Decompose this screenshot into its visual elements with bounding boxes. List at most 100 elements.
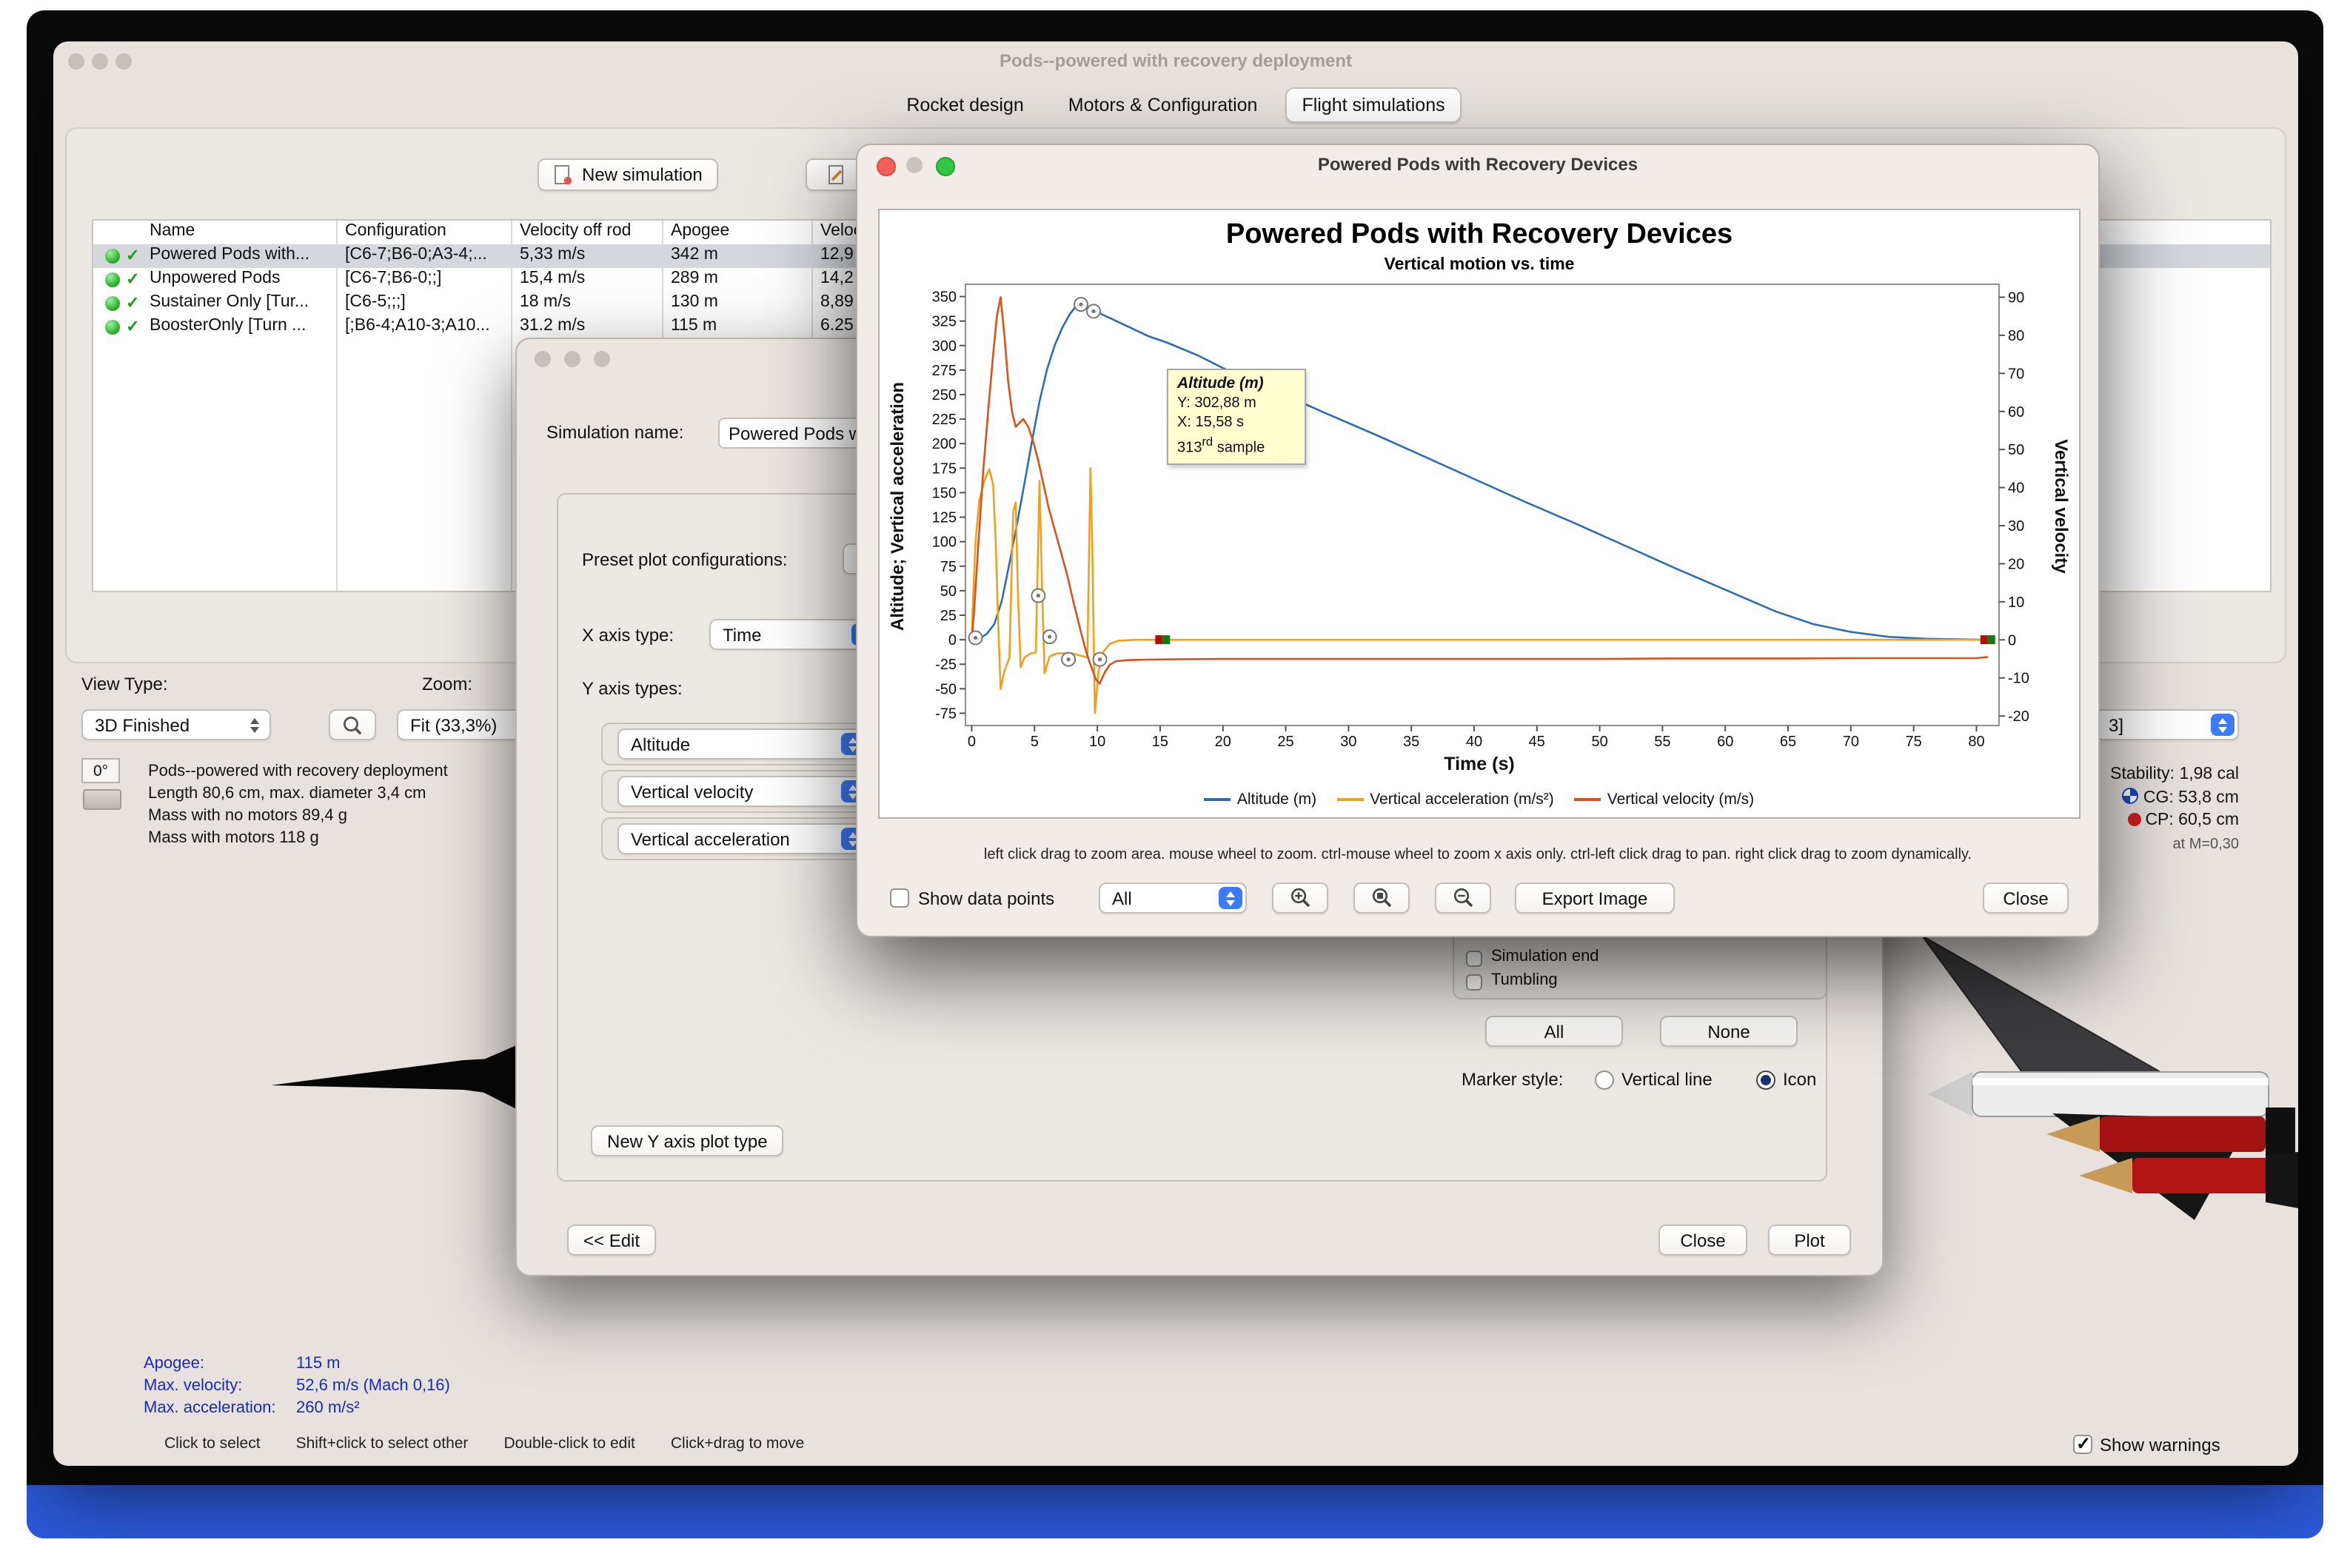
left-axis-title: Altitude; Vertical acceleration <box>887 381 908 631</box>
svg-text:-75: -75 <box>935 706 957 722</box>
x-axis-title: Time (s) <box>1444 754 1515 774</box>
svg-text:100: 100 <box>932 535 957 551</box>
events-filter-value: All <box>1112 888 1132 908</box>
export-image-button[interactable]: Export Image <box>1515 882 1675 914</box>
svg-text:25: 25 <box>1277 734 1293 750</box>
max-acceleration-value: 260 m/s² <box>296 1399 360 1417</box>
row-configuration: [C6-7;B6-0;;] <box>345 269 442 287</box>
plot-dialog-title: Powered Pods with Recovery Devices <box>1317 154 1638 175</box>
marker-vertical-line-label: Vertical line <box>1621 1069 1713 1090</box>
rotation-slider[interactable] <box>83 789 121 810</box>
x-axis-select[interactable]: Time <box>709 619 880 650</box>
plot-usage-hint: left click drag to zoom area. mouse whee… <box>983 847 1972 863</box>
simulation-name-label: Simulation name: <box>546 422 684 443</box>
y-axis-type-value: Vertical acceleration <box>631 828 790 849</box>
rocket-mass-empty: Mass with no motors 89,4 g <box>148 807 348 825</box>
new-simulation-label: New simulation <box>582 164 703 185</box>
hint-double-click: Double-click to edit <box>503 1435 635 1453</box>
event-checkbox[interactable] <box>1466 974 1482 991</box>
new-y-axis-button[interactable]: New Y axis plot type <box>591 1125 784 1156</box>
legend-swatch-icon <box>1204 798 1231 801</box>
success-check-icon <box>126 317 139 336</box>
plot-dialog: Powered Pods with Recovery Devices Power… <box>856 144 2100 937</box>
svg-text:75: 75 <box>940 559 957 575</box>
status-ok-icon <box>105 272 120 287</box>
cg-icon <box>2122 787 2139 803</box>
plot-button[interactable]: Plot <box>1768 1224 1851 1256</box>
zoom-reset-button[interactable] <box>1353 882 1410 914</box>
marker-icon-label: Icon <box>1783 1069 1817 1090</box>
svg-text:40: 40 <box>2008 480 2024 497</box>
rocket-dimensions: Length 80,6 cm, max. diameter 3,4 cm <box>148 785 426 803</box>
svg-text:10: 10 <box>2008 594 2024 611</box>
new-simulation-button[interactable]: New simulation <box>538 158 719 191</box>
close-plot-button[interactable]: Close <box>1983 882 2069 914</box>
event-checkbox[interactable] <box>1466 951 1482 967</box>
chart-legend: Altitude (m) Vertical acceleration (m/s²)… <box>880 791 2079 808</box>
tab-rocket-design[interactable]: Rocket design <box>890 87 1040 123</box>
legend-swatch-icon <box>1574 798 1601 801</box>
legend-swatch-icon <box>1337 798 1365 801</box>
edit-back-button[interactable]: << Edit <box>567 1224 657 1256</box>
tab-flight-simulations[interactable]: Flight simulations <box>1285 87 1462 123</box>
zoom-out-button[interactable] <box>1435 882 1491 914</box>
col-apogee[interactable]: Apogee <box>671 222 729 240</box>
hint-click-select: Click to select <box>164 1435 261 1453</box>
view-type-select[interactable]: 3D Finished <box>81 709 271 740</box>
svg-text:50: 50 <box>2008 442 2024 458</box>
svg-text:200: 200 <box>932 436 957 452</box>
svg-text:15: 15 <box>1152 734 1168 750</box>
zoom-label: Zoom: <box>422 674 473 694</box>
row-configuration: [C6-5;;;] <box>345 293 406 311</box>
status-ok-icon <box>105 296 120 311</box>
zoom-in-button[interactable] <box>1272 882 1328 914</box>
cp-value: CP: 60,5 cm <box>2145 811 2239 829</box>
flight-config-select[interactable]: 3] <box>2095 709 2239 740</box>
chart-plot-area[interactable]: 0 5 10 15 20 25 30 35 40 45 50 55 60 65 70 75 80 -75 -50 -2… <box>880 210 2082 820</box>
y-axis-type-select[interactable]: Vertical velocity <box>617 776 869 807</box>
col-velocity-off-rod[interactable]: Velocity off rod <box>520 222 631 240</box>
row-velocity-deploy: 6.25 <box>820 317 854 335</box>
rocket-3d-render[interactable] <box>1878 930 2300 1226</box>
svg-text:-20: -20 <box>2008 708 2029 725</box>
row-apogee: 115 m <box>671 317 717 335</box>
svg-text:125: 125 <box>932 510 957 526</box>
row-apogee: 342 m <box>671 246 718 264</box>
marker-icon-radio[interactable] <box>1756 1071 1775 1090</box>
y-axis-type-select[interactable]: Vertical acceleration <box>617 823 869 854</box>
svg-text:55: 55 <box>1654 734 1670 750</box>
svg-text:275: 275 <box>932 363 957 379</box>
zoom-button[interactable] <box>594 351 610 367</box>
zoom-tool-button[interactable] <box>329 709 376 740</box>
svg-text:5: 5 <box>1031 734 1039 750</box>
events-all-button[interactable]: All <box>1485 1016 1623 1047</box>
tab-motors-configuration[interactable]: Motors & Configuration <box>1052 87 1274 123</box>
svg-text:225: 225 <box>932 412 957 428</box>
chevron-up-down-icon <box>243 714 267 736</box>
show-warnings-checkbox[interactable] <box>2073 1433 2092 1454</box>
events-none-button[interactable]: None <box>1660 1016 1798 1047</box>
rocket-name: Pods--powered with recovery deployment <box>148 763 448 780</box>
svg-text:30: 30 <box>2008 518 2024 535</box>
svg-text:70: 70 <box>1843 734 1859 750</box>
close-button[interactable] <box>535 351 551 367</box>
svg-text:150: 150 <box>932 485 957 501</box>
stability-value: Stability: 1,98 cal <box>2110 765 2239 783</box>
close-dialog-button[interactable]: Close <box>1658 1224 1747 1256</box>
col-name[interactable]: Name <box>150 222 195 240</box>
marker-vertical-line-radio[interactable] <box>1595 1071 1614 1090</box>
show-data-points-checkbox[interactable] <box>890 888 909 908</box>
chevron-up-down-icon <box>2211 714 2234 736</box>
svg-text:-50: -50 <box>935 681 957 697</box>
row-name: Unpowered Pods <box>150 269 281 287</box>
minimize-button[interactable] <box>564 351 580 367</box>
legend-item: Vertical acceleration (m/s²) <box>1337 791 1554 808</box>
row-velocity-deploy: 14,2 <box>820 269 854 287</box>
y-axis-type-select[interactable]: Altitude <box>617 728 869 760</box>
marker-style-label: Marker style: <box>1462 1069 1564 1090</box>
col-configuration[interactable]: Configuration <box>345 222 446 240</box>
show-warnings-label: Show warnings <box>2100 1435 2220 1455</box>
event-label: Tumbling <box>1491 971 1558 989</box>
max-acceleration-label: Max. acceleration: <box>144 1399 276 1417</box>
events-filter-select[interactable]: All <box>1099 882 1247 914</box>
